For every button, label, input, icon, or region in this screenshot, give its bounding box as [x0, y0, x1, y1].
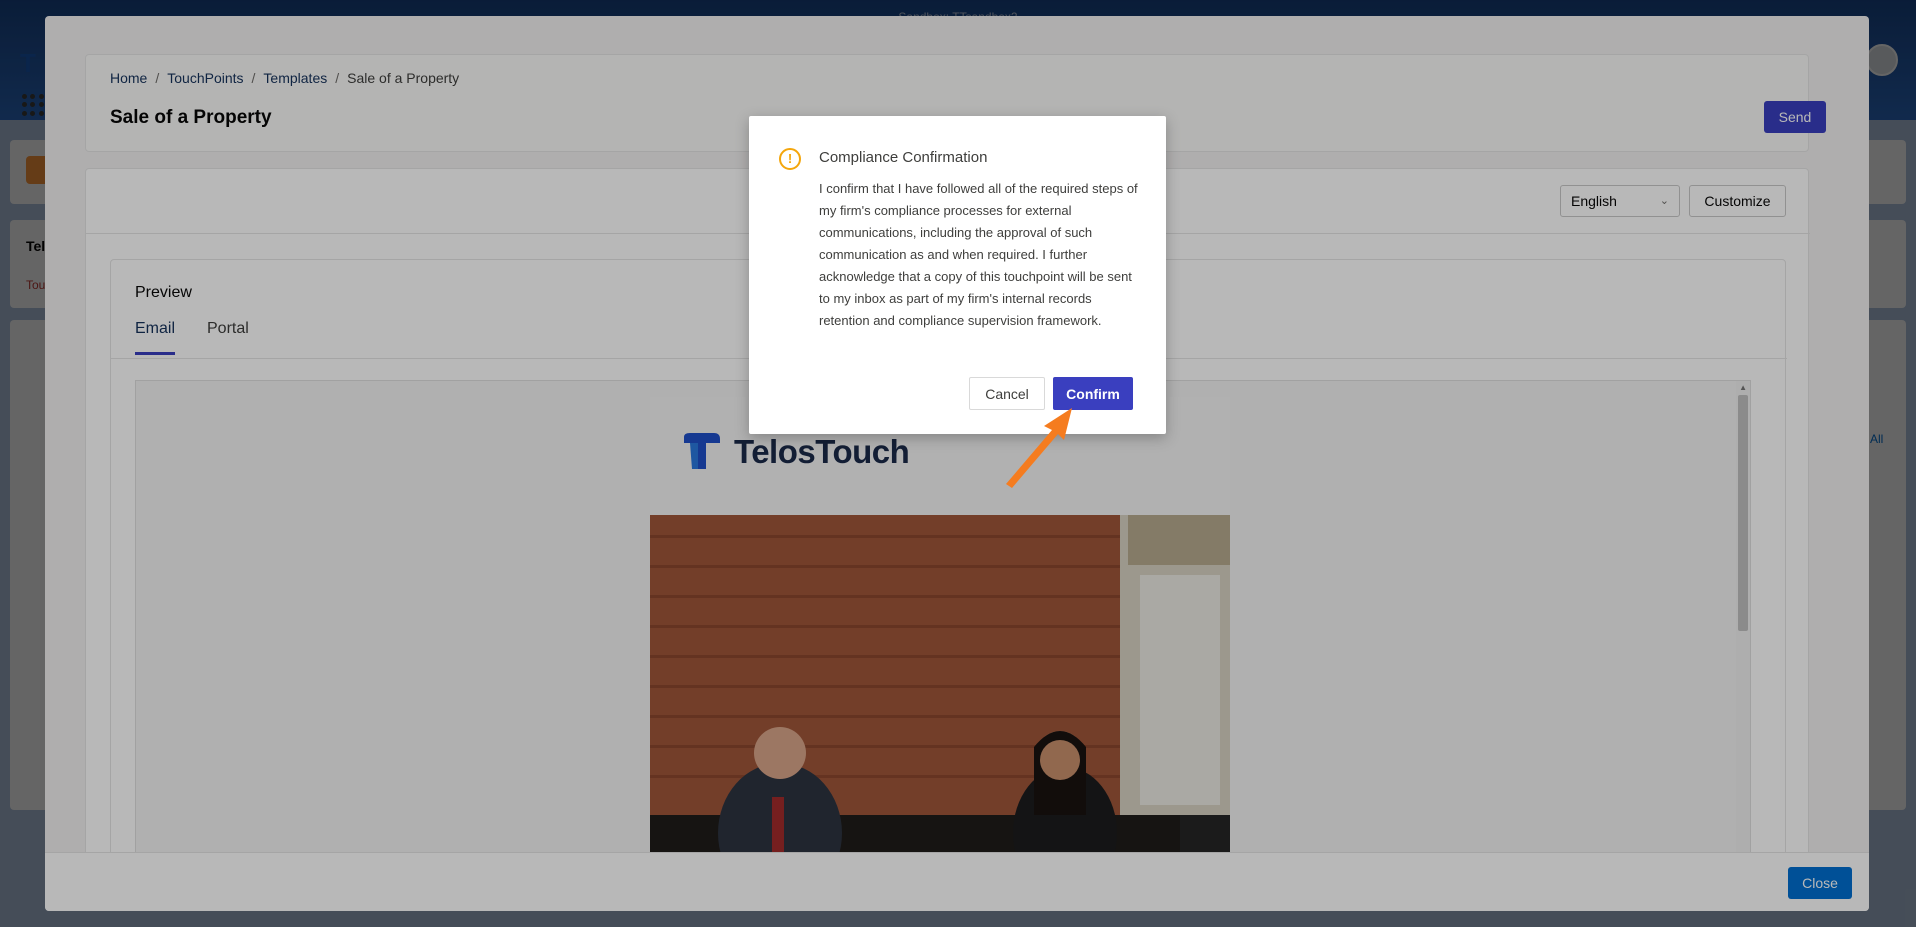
warning-icon: ! — [779, 148, 801, 170]
dialog-title: Compliance Confirmation — [819, 149, 988, 166]
dialog-body-text: I confirm that I have followed all of th… — [819, 181, 1138, 328]
annotation-arrow-icon — [1006, 408, 1072, 488]
compliance-confirmation-dialog: ! Compliance Confirmation I confirm that… — [749, 116, 1166, 434]
